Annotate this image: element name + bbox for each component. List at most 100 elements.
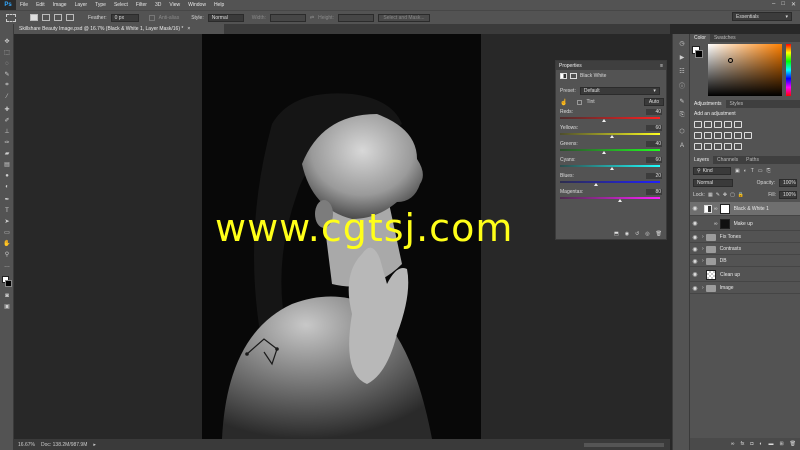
menu-image[interactable]: Image (49, 2, 71, 8)
intersect-selection-icon[interactable] (66, 14, 74, 21)
menu-select[interactable]: Select (110, 2, 132, 8)
lock-move-icon[interactable]: ✥ (723, 192, 727, 198)
tab-styles[interactable]: Styles (726, 100, 748, 108)
eye-icon[interactable]: ◉ (690, 285, 700, 292)
expand-arrow-icon[interactable]: › (702, 234, 704, 240)
rectangle-tool-icon[interactable]: ▭ (3, 229, 11, 236)
slider-track[interactable] (560, 197, 660, 199)
layer-row-clean-up[interactable]: ◉ Clean up (690, 268, 800, 282)
expand-arrow-icon[interactable]: › (702, 246, 704, 252)
slider-track[interactable] (560, 117, 660, 119)
menu-type[interactable]: Type (91, 2, 110, 8)
menu-filter[interactable]: Filter (132, 2, 151, 8)
adjustment-filter-icon[interactable]: ◐ (744, 168, 747, 174)
blend-mode-select[interactable]: Normal (693, 179, 733, 187)
select-and-mask-button[interactable]: Select and Mask... (377, 13, 430, 22)
tab-channels[interactable]: Channels (713, 156, 742, 164)
clone-stamp-tool-icon[interactable]: ⊥ (3, 128, 11, 135)
healing-brush-tool-icon[interactable]: ✚ (3, 106, 11, 113)
move-tool-icon[interactable]: ✥ (3, 38, 11, 45)
zoom-level[interactable]: 16.67% (18, 442, 35, 448)
slider-track[interactable] (560, 149, 660, 151)
tint-checkbox[interactable] (577, 99, 583, 105)
layer-row-image[interactable]: ◉ › Image (690, 283, 800, 294)
slider-value-input[interactable]: 40 (646, 141, 662, 147)
zoom-tool-icon[interactable]: ⚲ (3, 251, 11, 258)
expand-arrow-icon[interactable]: › (702, 285, 704, 291)
clip-to-layer-icon[interactable]: ⬒ (614, 231, 619, 237)
tab-color[interactable]: Color (690, 34, 710, 42)
layer-mask-thumbnail[interactable] (719, 203, 730, 214)
3d-panel-icon[interactable]: ⬡ (678, 128, 686, 135)
layer-row-fix-tones[interactable]: ◉ › Fix Tones (690, 232, 800, 243)
dodge-tool-icon[interactable]: ◐ (3, 183, 11, 190)
close-icon[interactable]: ✕ (791, 1, 796, 8)
eye-icon[interactable]: ◉ (690, 205, 700, 212)
menu-help[interactable]: Help (210, 2, 228, 8)
link-icon[interactable]: ∞ (714, 206, 718, 212)
curves-adjust-icon[interactable] (714, 121, 722, 128)
eye-icon[interactable]: ◉ (690, 234, 700, 241)
lock-all-icon[interactable]: 🔒 (738, 192, 744, 198)
add-mask-icon[interactable]: ◘ (750, 441, 753, 447)
history-brush-tool-icon[interactable]: ✑ (3, 139, 11, 146)
trash-icon[interactable]: 🗑 (656, 231, 662, 237)
slider-value-input[interactable]: 80 (646, 189, 662, 195)
more-tools-icon[interactable]: … (3, 262, 11, 269)
menu-edit[interactable]: Edit (32, 2, 49, 8)
eraser-tool-icon[interactable]: ▰ (3, 150, 11, 157)
link-icon[interactable]: ∞ (714, 221, 718, 227)
actions-panel-icon[interactable]: ▶ (678, 54, 686, 61)
width-input[interactable] (269, 13, 306, 22)
slider-value-input[interactable]: 60 (646, 125, 662, 131)
lock-paint-icon[interactable]: ✎ (716, 192, 720, 198)
lasso-tool-icon[interactable]: ◌ (3, 60, 11, 67)
color-balance-adjust-icon[interactable] (704, 132, 712, 139)
fx-icon[interactable]: fx (740, 441, 744, 447)
smart-filter-icon[interactable]: ⎘ (767, 168, 771, 174)
blur-tool-icon[interactable]: ● (3, 172, 11, 179)
tab-swatches[interactable]: Swatches (710, 34, 740, 42)
new-layer-icon[interactable]: ⊞ (779, 441, 783, 447)
hue-saturation-adjust-icon[interactable] (694, 132, 702, 139)
slider-value-input[interactable]: 20 (646, 173, 662, 179)
feather-input[interactable]: 0 px (110, 13, 139, 22)
opacity-input[interactable]: 100% (779, 179, 797, 187)
type-filter-icon[interactable]: T (751, 168, 754, 174)
add-selection-icon[interactable] (42, 14, 50, 21)
pen-tool-icon[interactable]: ✒ (3, 196, 11, 203)
document-tab[interactable]: Skillshare Beauty Image.psd @ 16.7% (Bla… (14, 24, 224, 34)
eyedropper-tool-icon[interactable]: ⁄ (3, 93, 11, 100)
photo-filter-adjust-icon[interactable] (724, 132, 732, 139)
layer-row-db[interactable]: ◉ › DB (690, 256, 800, 267)
history-panel-icon[interactable]: ◷ (678, 40, 686, 47)
layer-mask-thumbnail[interactable] (719, 218, 730, 229)
crop-tool-icon[interactable]: ⌗ (3, 82, 11, 89)
menu-file[interactable]: File (16, 2, 32, 8)
new-group-icon[interactable]: ▬ (768, 441, 773, 447)
horizontal-scrollbar[interactable] (584, 442, 664, 447)
properties-header[interactable]: Properties ≡ (556, 61, 666, 70)
tab-close-icon[interactable]: × (187, 26, 190, 32)
channel-mixer-adjust-icon[interactable] (734, 132, 742, 139)
pixel-filter-icon[interactable]: ▣ (735, 168, 740, 174)
style-select[interactable]: Normal (207, 13, 244, 22)
brush-panel-icon[interactable]: ✎ (678, 98, 686, 105)
properties-panel-icon[interactable]: ☷ (678, 68, 686, 75)
quick-select-tool-icon[interactable]: ✎ (3, 71, 11, 78)
lock-artboard-icon[interactable]: ▢ (730, 192, 735, 198)
gradient-map-adjust-icon[interactable] (724, 143, 732, 150)
slider-handle[interactable] (602, 119, 606, 122)
selective-color-adjust-icon[interactable] (734, 143, 742, 150)
background-swatch[interactable] (695, 50, 703, 58)
tab-layers[interactable]: Layers (690, 156, 714, 164)
eye-icon[interactable]: ◉ (690, 220, 700, 227)
new-adjustment-icon[interactable]: ◐ (759, 441, 762, 447)
slider-handle[interactable] (594, 183, 598, 186)
color-picker-ring[interactable] (728, 58, 733, 63)
slider-value-input[interactable]: 60 (646, 157, 662, 163)
slider-handle[interactable] (610, 167, 614, 170)
black-white-adjust-icon[interactable] (714, 132, 722, 139)
fill-input[interactable]: 100% (779, 191, 797, 199)
quick-mask-icon[interactable]: ◙ (3, 292, 11, 299)
